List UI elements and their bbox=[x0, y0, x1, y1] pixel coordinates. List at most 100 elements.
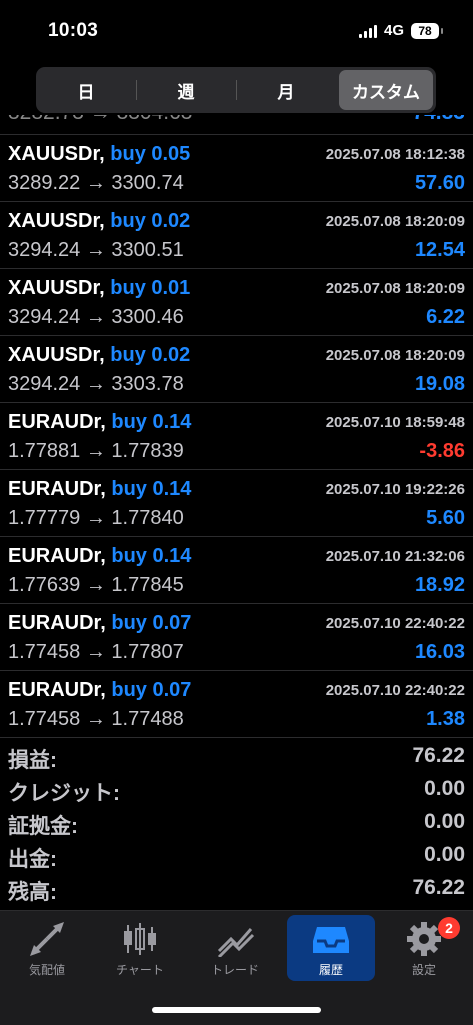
tab-label: チャート bbox=[116, 963, 164, 977]
summary-value: 0.00 bbox=[424, 810, 465, 833]
deal-time: 2025.07.10 22:40:22 bbox=[325, 682, 465, 699]
deal-prices: 3294.24 → 3300.46 bbox=[8, 306, 184, 328]
summary-label: 証拠金: bbox=[8, 815, 78, 838]
segment-custom[interactable]: カスタム bbox=[339, 70, 433, 110]
deal-prices: 1.77779 → 1.77840 bbox=[8, 507, 184, 529]
deal-row[interactable]: EURAUDr, buy 0.07 2025.07.10 22:40:22 1.77… bbox=[0, 604, 473, 671]
deal-symbol: EURAUDr, buy 0.14 bbox=[8, 478, 191, 501]
summary-label: クレジット: bbox=[8, 782, 120, 805]
deal-row[interactable]: XAUUSDr, buy 0.05 2025.07.08 18:12:38 3289… bbox=[0, 135, 473, 202]
summary-label: 損益: bbox=[8, 749, 57, 772]
deal-row[interactable]: XAUUSDr, buy 0.01 2025.07.08 18:20:09 3294… bbox=[0, 269, 473, 336]
deal-row[interactable]: XAUUSDr, buy 0.02 2025.07.08 18:20:09 3294… bbox=[0, 202, 473, 269]
deal-prices: 3289.22 → 3300.74 bbox=[8, 172, 184, 194]
history-tray-icon bbox=[313, 927, 349, 953]
network-type: 4G bbox=[383, 22, 404, 39]
deal-side: buy 0.02 bbox=[110, 210, 191, 232]
deals-list: 3282.73 → 3304.63 74.83 XAUUSDr, buy 0.0… bbox=[0, 115, 473, 738]
deal-profit: 74.83 bbox=[412, 115, 465, 125]
deal-prices: 3294.24 → 3300.51 bbox=[8, 239, 184, 261]
deal-symbol: EURAUDr, buy 0.07 bbox=[8, 679, 191, 702]
deal-profit: 57.60 bbox=[414, 172, 465, 194]
battery-icon: 78 bbox=[411, 22, 443, 39]
deal-time: 2025.07.10 19:22:26 bbox=[325, 481, 465, 498]
summary-balance: 残高: 76.22 bbox=[0, 872, 473, 905]
deal-profit: 18.92 bbox=[414, 574, 465, 596]
symbol-name: EURAUDr, bbox=[8, 612, 106, 634]
tab-label: 設定 bbox=[411, 963, 436, 977]
tab-label: 気配値 bbox=[28, 963, 65, 977]
deal-time: 2025.07.08 18:20:09 bbox=[325, 213, 465, 230]
symbol-name: XAUUSDr, bbox=[8, 344, 105, 366]
symbol-name: XAUUSDr, bbox=[8, 210, 105, 232]
deal-profit: 19.08 bbox=[414, 373, 465, 395]
deal-side: buy 0.14 bbox=[111, 478, 192, 500]
deal-symbol: XAUUSDr, buy 0.02 bbox=[8, 210, 190, 233]
period-segmented-control: 日 週 月 カスタム bbox=[36, 67, 436, 113]
deal-side: buy 0.01 bbox=[110, 277, 191, 299]
deal-side: buy 0.14 bbox=[111, 545, 192, 567]
tab-settings[interactable]: 設定 2 bbox=[380, 915, 468, 981]
symbol-name: EURAUDr, bbox=[8, 411, 106, 433]
deal-prices: 1.77881 → 1.77839 bbox=[8, 440, 184, 462]
tab-quotes[interactable]: 気配値 bbox=[3, 915, 91, 981]
bottom-tab-bar: 気配値 チャート トレード 履歴 設定 2 bbox=[0, 910, 473, 1025]
deal-prices: 3282.73 → 3304.63 bbox=[8, 115, 193, 125]
segment-month[interactable]: 月 bbox=[236, 70, 333, 110]
deal-profit: -3.86 bbox=[419, 440, 465, 462]
deal-side: buy 0.05 bbox=[110, 143, 191, 165]
deal-row[interactable]: EURAUDr, buy 0.14 2025.07.10 19:22:26 1.77… bbox=[0, 470, 473, 537]
candlestick-icon bbox=[124, 923, 156, 955]
deal-profit: 12.54 bbox=[414, 239, 465, 261]
deal-profit: 1.38 bbox=[426, 708, 465, 730]
tab-label: トレード bbox=[210, 963, 259, 977]
segment-week[interactable]: 週 bbox=[136, 70, 233, 110]
status-time: 10:03 bbox=[48, 20, 99, 41]
status-bar: 10:03 4G 78 bbox=[0, 0, 473, 62]
quotes-arrows-icon bbox=[30, 922, 64, 956]
deal-row[interactable]: XAUUSDr, buy 0.02 2025.07.08 18:20:09 3294… bbox=[0, 336, 473, 403]
deal-symbol: EURAUDr, buy 0.14 bbox=[8, 411, 191, 434]
deal-row[interactable]: EURAUDr, buy 0.14 2025.07.10 18:59:48 1.77… bbox=[0, 403, 473, 470]
tab-history[interactable]: 履歴 bbox=[287, 915, 375, 981]
segment-day[interactable]: 日 bbox=[39, 70, 133, 110]
tab-chart[interactable]: チャート bbox=[96, 915, 184, 981]
deal-prices: 1.77458 → 1.77807 bbox=[8, 641, 184, 663]
deal-time: 2025.07.10 18:59:48 bbox=[325, 414, 465, 431]
deal-time: 2025.07.08 18:20:09 bbox=[325, 280, 465, 297]
list-item[interactable]: 3282.73 → 3304.63 74.83 bbox=[0, 115, 473, 135]
summary-profit: 損益: 76.22 bbox=[0, 740, 473, 773]
deal-symbol: XAUUSDr, buy 0.02 bbox=[8, 344, 190, 367]
deal-symbol: XAUUSDr, buy 0.01 bbox=[8, 277, 190, 300]
symbol-name: XAUUSDr, bbox=[8, 277, 105, 299]
symbol-name: EURAUDr, bbox=[8, 545, 106, 567]
deal-symbol: EURAUDr, buy 0.07 bbox=[8, 612, 191, 635]
deal-time: 2025.07.10 22:40:22 bbox=[325, 615, 465, 632]
deal-time: 2025.07.08 18:20:09 bbox=[325, 347, 465, 364]
symbol-name: XAUUSDr, bbox=[8, 143, 105, 165]
summary-margin: 証拠金: 0.00 bbox=[0, 806, 473, 839]
deal-side: buy 0.07 bbox=[111, 612, 192, 634]
deal-prices: 1.77639 → 1.77845 bbox=[8, 574, 184, 596]
summary-credit: クレジット: 0.00 bbox=[0, 773, 473, 806]
summary-label: 残高: bbox=[8, 881, 57, 904]
summary-value: 0.00 bbox=[424, 843, 465, 866]
tab-trade[interactable]: トレード bbox=[191, 915, 279, 981]
deal-prices: 3294.24 → 3303.78 bbox=[8, 373, 184, 395]
deal-symbol: EURAUDr, buy 0.14 bbox=[8, 545, 191, 568]
deal-side: buy 0.02 bbox=[110, 344, 191, 366]
deal-row[interactable]: EURAUDr, buy 0.07 2025.07.10 22:40:22 1.77… bbox=[0, 671, 473, 738]
deal-prices: 1.77458 → 1.77488 bbox=[8, 708, 184, 730]
deal-profit: 5.60 bbox=[426, 507, 465, 529]
deal-row[interactable]: EURAUDr, buy 0.14 2025.07.10 21:32:06 1.77… bbox=[0, 537, 473, 604]
deal-time: 2025.07.08 18:12:38 bbox=[325, 146, 465, 163]
summary-section: 損益: 76.22 クレジット: 0.00 証拠金: 0.00 出金: 0.00… bbox=[0, 740, 473, 905]
tab-label: 履歴 bbox=[318, 963, 343, 977]
summary-label: 出金: bbox=[8, 848, 57, 871]
deal-side: buy 0.14 bbox=[111, 411, 192, 433]
deal-symbol: XAUUSDr, buy 0.05 bbox=[8, 143, 190, 166]
symbol-name: EURAUDr, bbox=[8, 478, 106, 500]
cellular-signal-icon bbox=[358, 24, 377, 38]
deal-profit: 6.22 bbox=[426, 306, 465, 328]
trade-trend-icon bbox=[217, 928, 255, 957]
